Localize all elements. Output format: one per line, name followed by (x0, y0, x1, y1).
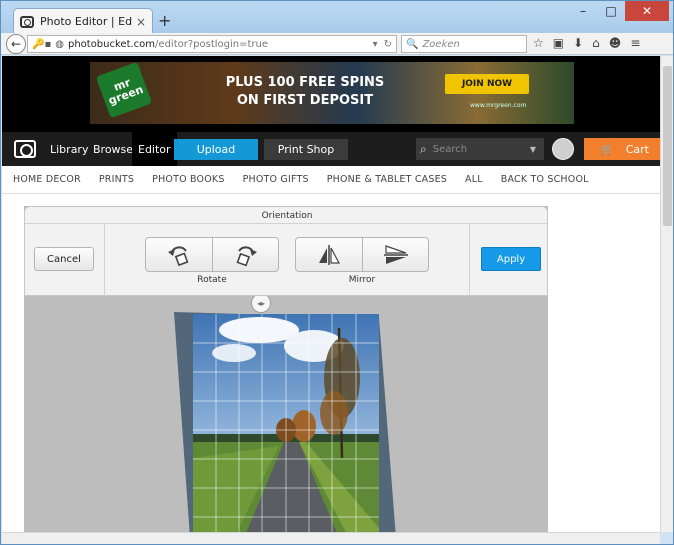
back-icon: ← (10, 37, 22, 51)
ad-url: www.mrgreen.com (470, 102, 527, 109)
scrollbar-thumb[interactable] (663, 66, 672, 226)
tab-close-icon[interactable]: × (136, 15, 146, 29)
ad-logo: mr green (95, 62, 153, 119)
category-prints[interactable]: PRINTS (99, 174, 134, 185)
ad-banner-area: mr green PLUS 100 FREE SPINS ON FIRST DE… (2, 56, 660, 132)
category-all[interactable]: ALL (465, 174, 483, 185)
photobucket-logo-icon[interactable] (14, 140, 36, 158)
divider (469, 224, 470, 296)
new-tab-button[interactable]: + (158, 11, 171, 30)
site-nav: Library Browse Editor Upload Print Shop … (2, 132, 660, 166)
nav-browse[interactable]: Browse (93, 143, 133, 156)
cart-icon: 🛒 (600, 142, 614, 156)
vertical-scrollbar[interactable] (660, 56, 673, 532)
mirror-group (295, 237, 429, 272)
back-button[interactable]: ← (6, 34, 26, 54)
site-search-input[interactable]: ⌕ Search ▼ (416, 138, 544, 160)
title-bar: Photo Editor | Edit photos, ... × + – □ … (1, 1, 673, 34)
browser-toolbar: ← 🔑▪ ◍ photobucket.com/editor?postlogin=… (1, 33, 673, 55)
close-window-button[interactable]: ✕ (625, 1, 669, 21)
category-photo-books[interactable]: PHOTO BOOKS (152, 174, 224, 185)
chevron-down-icon[interactable]: ▼ (530, 145, 536, 154)
maximize-button[interactable]: □ (597, 1, 625, 21)
rotate-label: Rotate (197, 275, 227, 285)
cart-button[interactable]: 🛒 Cart (584, 138, 660, 160)
camera-icon (20, 15, 34, 28)
rotate-left-button[interactable] (146, 238, 212, 271)
divider (104, 224, 105, 296)
browser-tab[interactable]: Photo Editor | Edit photos, ... × (13, 8, 153, 34)
home-icon[interactable]: ⌂ (592, 36, 600, 50)
cart-label: Cart (625, 142, 649, 156)
browser-search-input[interactable]: 🔍 Zoeken (401, 35, 527, 53)
dropdown-icon[interactable]: ▾ (373, 39, 378, 50)
rotate-left-icon (168, 245, 189, 266)
ad-banner[interactable]: mr green PLUS 100 FREE SPINS ON FIRST DE… (90, 62, 574, 124)
browser-search-placeholder: Zoeken (422, 38, 460, 50)
browser-window: Photo Editor | Edit photos, ... × + – □ … (0, 0, 674, 545)
minimize-button[interactable]: – (569, 1, 597, 21)
browser-tools: ☆ ▣ ⬇ ⌂ ☻ ≡ (533, 36, 640, 50)
panel-title: Orientation (261, 211, 313, 221)
window-controls: – □ ✕ (569, 1, 669, 21)
orientation-toolbar: Orientation Cancel Rotate Mirror Apply (24, 206, 548, 296)
menu-icon[interactable]: ≡ (630, 36, 640, 50)
address-bar[interactable]: 🔑▪ ◍ photobucket.com/editor?postlogin=tr… (27, 35, 397, 53)
star-icon[interactable]: ☆ (533, 36, 544, 50)
category-phone-tablet-cases[interactable]: PHONE & TABLET CASES (327, 174, 447, 185)
rotate-group (145, 237, 279, 272)
globe-icon: ◍ (55, 38, 64, 50)
rotate-right-icon (236, 245, 257, 266)
ad-headline: PLUS 100 FREE SPINS ON FIRST DEPOSIT (225, 75, 385, 108)
photo-canvas[interactable]: ◂▸ (24, 296, 548, 532)
clipboard-icon[interactable]: ▣ (553, 36, 564, 50)
photo-editor: Orientation Cancel Rotate Mirror Apply ◂… (24, 206, 548, 532)
ad-join-button[interactable]: JOIN NOW (445, 74, 529, 94)
rotate-right-button[interactable] (212, 238, 278, 271)
category-photo-gifts[interactable]: PHOTO GIFTS (243, 174, 309, 185)
flip-vertical-icon (383, 244, 408, 264)
site-search-placeholder: Search (432, 143, 468, 155)
mirror-label: Mirror (348, 275, 376, 285)
url-host: photobucket.com (67, 38, 156, 50)
download-icon[interactable]: ⬇ (573, 36, 583, 50)
tab-title: Photo Editor | Edit photos, ... (40, 15, 132, 28)
upload-button[interactable]: Upload (174, 139, 258, 160)
category-home-decor[interactable]: HOME DECOR (13, 174, 81, 185)
url-path: /editor?postlogin=true (155, 38, 269, 50)
reload-icon[interactable]: ↻ (384, 39, 392, 50)
print-shop-button[interactable]: Print Shop (264, 139, 348, 160)
photo-preview (174, 312, 396, 532)
apply-button[interactable]: Apply (481, 247, 541, 271)
avatar[interactable] (552, 138, 574, 160)
chat-icon[interactable]: ☻ (609, 36, 622, 50)
key-icon: 🔑▪ (32, 38, 52, 50)
category-nav: HOME DECOR PRINTS PHOTO BOOKS PHOTO GIFT… (2, 166, 660, 194)
horizontal-scrollbar[interactable] (2, 532, 660, 544)
mirror-horizontal-button[interactable] (296, 238, 362, 271)
nav-library[interactable]: Library (50, 143, 88, 156)
address-bar-actions: ▾ ↻ (373, 39, 396, 50)
search-icon: 🔍 (406, 38, 419, 50)
mirror-vertical-button[interactable] (362, 238, 428, 271)
search-icon: ⌕ (420, 141, 427, 156)
flip-horizontal-icon (319, 244, 340, 265)
nav-editor[interactable]: Editor (132, 132, 177, 166)
web-page: mr green PLUS 100 FREE SPINS ON FIRST DE… (2, 56, 660, 532)
cancel-button[interactable]: Cancel (34, 247, 94, 271)
category-back-to-school[interactable]: BACK TO SCHOOL (501, 174, 589, 185)
